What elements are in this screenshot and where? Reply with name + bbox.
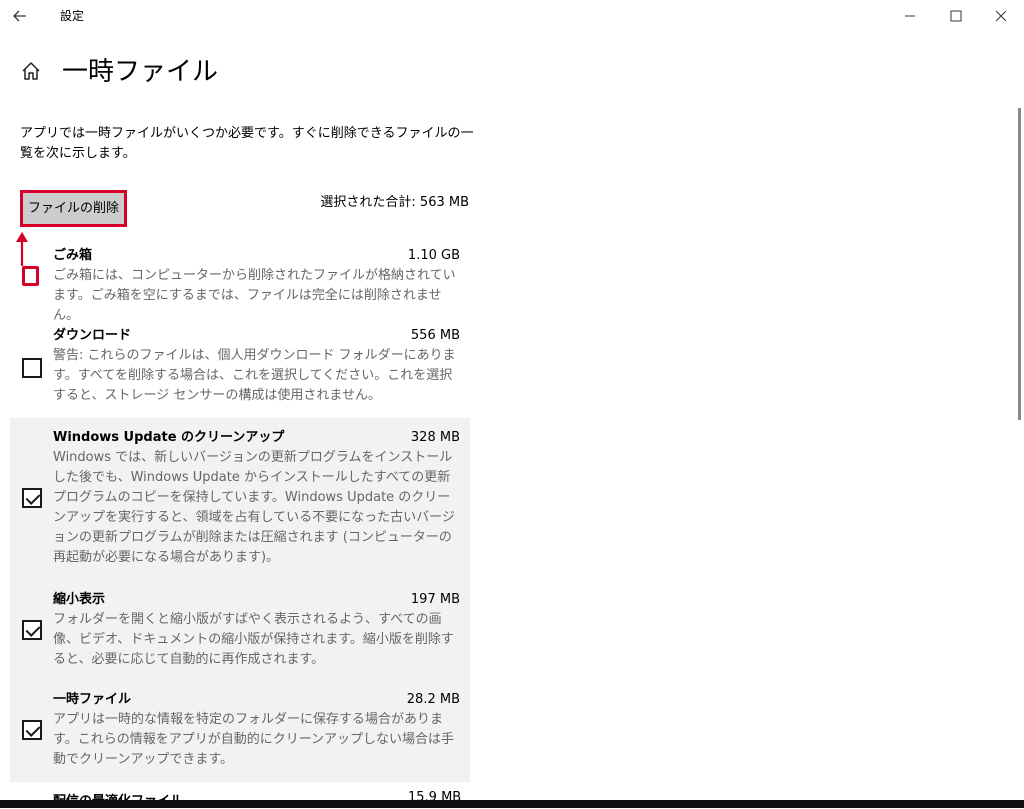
item-name: 一時ファイル [53, 692, 132, 707]
list-item-temporary-files: 一時ファイル 28.2 MB アプリは一時的な情報を特定のフォルダーに保存する場… [10, 684, 470, 782]
delete-files-label: ファイルの削除 [27, 201, 119, 216]
item-size: 28.2 MB [406, 692, 460, 707]
checkbox-thumbnails[interactable] [22, 620, 42, 640]
selected-total: 選択された合計: 563 MB [320, 195, 469, 210]
delete-files-button[interactable]: ファイルの削除 [20, 190, 127, 227]
item-name: ごみ箱 [53, 248, 93, 263]
item-size: 197 MB [410, 592, 460, 607]
list-item-recycle-bin: ごみ箱 1.10 GB ごみ箱には、コンピューターから削除されたファイルが格納さ… [10, 240, 470, 323]
close-icon[interactable] [989, 4, 1013, 28]
home-icon[interactable] [20, 60, 44, 84]
item-name: Windows Update のクリーンアップ [53, 430, 285, 445]
list-item-windows-update-cleanup: Windows Update のクリーンアップ 328 MB Windows で… [10, 418, 470, 584]
item-name: 縮小表示 [53, 592, 106, 607]
maximize-icon[interactable] [944, 4, 968, 28]
item-description: ごみ箱には、コンピューターから削除されたファイルが格納されています。ごみ箱を空に… [53, 268, 456, 323]
item-size: 328 MB [410, 430, 460, 445]
page-description: アプリでは一時ファイルがいくつか必要です。すぐに削除できるファイルの一覧を次に示… [20, 126, 474, 161]
checkbox-downloads[interactable] [22, 358, 42, 378]
page-title: 一時ファイル [62, 57, 219, 87]
back-arrow-icon[interactable] [8, 4, 32, 28]
app-title: 設定 [60, 9, 85, 23]
item-size: 1.10 GB [407, 248, 460, 263]
title-bar: 設定 [0, 0, 1024, 32]
checkbox-windows-update-cleanup[interactable] [22, 488, 42, 508]
list-item-thumbnails: 縮小表示 197 MB フォルダーを開くと縮小版がすばやく表示されるよう、すべて… [10, 584, 470, 684]
item-description: フォルダーを開くと縮小版がすばやく表示されるよう、すべての画像、ビデオ、ドキュメ… [53, 612, 454, 667]
item-size: 556 MB [410, 328, 460, 343]
vertical-scrollbar[interactable] [1018, 108, 1021, 420]
list-item-downloads: ダウンロード 556 MB 警告: これらのファイルは、個人用ダウンロード フォ… [10, 320, 470, 420]
item-description: アプリは一時的な情報を特定のフォルダーに保存する場合があります。これらの情報をア… [53, 712, 455, 767]
item-name: ダウンロード [53, 328, 132, 343]
minimize-icon[interactable] [898, 4, 922, 28]
bottom-edge-bar [0, 800, 1024, 808]
checkbox-temporary-files[interactable] [22, 720, 42, 740]
item-description: Windows では、新しいバージョンの更新プログラムをインストールした後でも、… [53, 450, 455, 565]
checkbox-recycle-bin[interactable] [22, 266, 39, 286]
item-description: 警告: これらのファイルは、個人用ダウンロード フォルダーにあります。すべてを削… [53, 348, 456, 403]
